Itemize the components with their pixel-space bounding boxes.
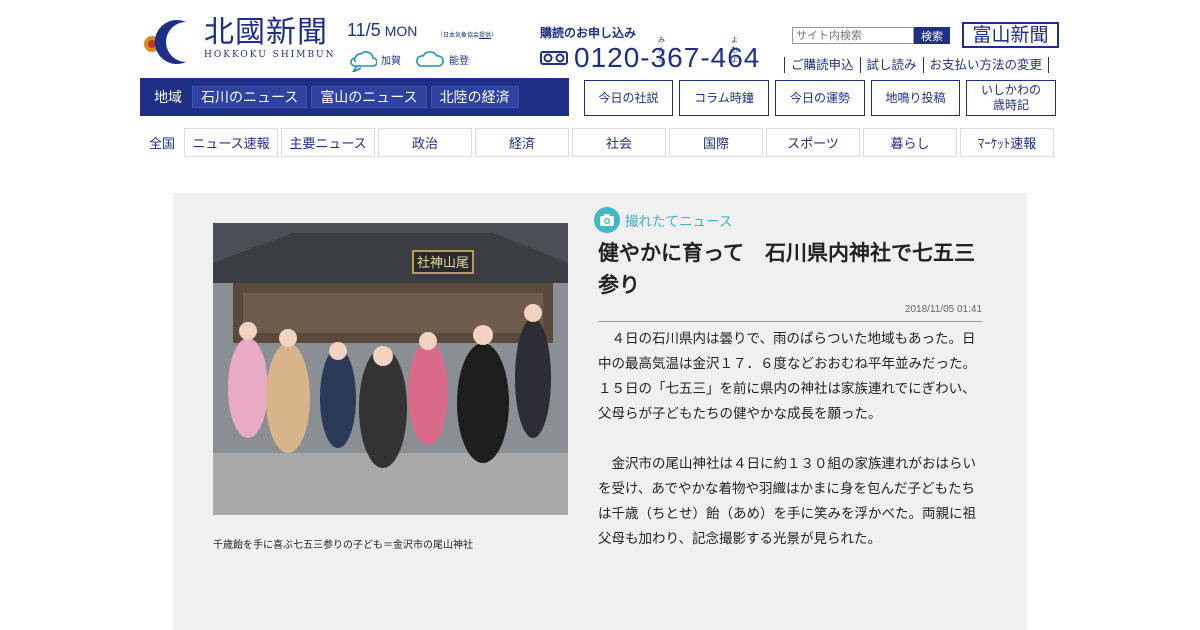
box-editorial[interactable]: 今日の社説 (584, 80, 673, 116)
logo-jp: 北國新聞 (204, 15, 328, 50)
cat-market[interactable]: ﾏｰｹｯﾄ速報 (960, 128, 1054, 157)
link-payment-change[interactable]: お支払い方法の変更 (922, 57, 1050, 73)
region-hokuriku-economy[interactable]: 北陸の経済 (430, 86, 519, 108)
search-button[interactable]: 検索 (914, 27, 950, 44)
cloud-sun-icon (350, 51, 377, 72)
page: 北國新聞 HOKKOKU SHIMBUN 11/5 MON （日本気象協会提供） … (0, 0, 1200, 630)
region-nav: 地域 石川のニュース 富山のニュース 北陸の経済 (140, 78, 569, 116)
cat-international[interactable]: 国際 (669, 128, 763, 157)
top-links: ご購読申込 試し読み お支払い方法の変更 (784, 57, 1050, 73)
photo-caption: 千歳飴を手に喜ぶ七五三参りの子ども＝金沢市の尾山神社 (213, 540, 473, 551)
shrine-photo-image: 社神山尾 (213, 223, 568, 515)
article-photo[interactable]: 社神山尾 (213, 223, 568, 515)
article-paragraph: ４日の石川県内は曇りで、雨のぱらついた地域もあった。日中の最高気温は金沢１７．６… (598, 331, 976, 422)
camera-icon (594, 207, 620, 233)
jma-link[interactable]: 提供 (479, 32, 491, 39)
feature-boxes: 今日の社説 コラム時鐘 今日の運勢 地鳴り投稿 いしかわの 歳時記 (584, 80, 1062, 116)
logo-en: HOKKOKU SHIMBUN (204, 50, 336, 60)
cloud-icon (416, 51, 444, 67)
site-search: 検索 (792, 27, 950, 44)
cat-society[interactable]: 社会 (572, 128, 666, 157)
cat-major[interactable]: 主要ニュース (281, 128, 375, 157)
cat-breaking[interactable]: ニュース速報 (184, 128, 278, 157)
box-saijiki[interactable]: いしかわの 歳時記 (966, 80, 1056, 116)
box-column[interactable]: コラム時鐘 (679, 80, 769, 116)
tag-label: 撮れたてニュース (625, 214, 733, 230)
phone-number: 0120-367-464 (574, 42, 761, 73)
hokkoku-logo[interactable]: 北國新聞 HOKKOKU SHIMBUN (140, 16, 336, 66)
box-fortune[interactable]: 今日の運勢 (775, 80, 865, 116)
logo-crescent-icon (144, 20, 186, 64)
weather-area-noto: 能登 (449, 55, 469, 67)
link-subscribe[interactable]: ご購読申込 (784, 57, 860, 73)
link-trial[interactable]: 試し読み (859, 57, 923, 73)
search-input[interactable] (792, 27, 914, 44)
article: 社神山尾 千歳飴を手に喜ぶ七五三参りの子ども＝金沢市の尾山神社 撮れたてニュース… (173, 193, 1027, 630)
region-label: 地域 (154, 90, 182, 106)
article-paragraph: 金沢市の尾山神社は４日に約１３０組の家族連れがおはらいを受け、あでやかな着物や羽… (598, 456, 976, 547)
category-label: 全国 (148, 137, 175, 152)
subscription-block: 購読のお申し込み みんな よむよ 0120-367-464 (540, 24, 759, 73)
headline-divider (598, 321, 982, 322)
category-nav: 全国 ニュース速報 主要ニュース 政治 経済 社会 国際 スポーツ 暮らし ﾏｰ… (140, 128, 1057, 157)
article-timestamp: 2018/11/05 01:41 (904, 304, 982, 315)
weather-area-kaga: 加賀 (381, 55, 401, 67)
article-category-tag[interactable]: 撮れたてニュース (594, 207, 732, 233)
date-block: 11/5 MON （日本気象協会提供） (347, 20, 497, 41)
region-ishikawa[interactable]: 石川のニュース (192, 86, 308, 108)
cat-lifestyle[interactable]: 暮らし (863, 128, 957, 157)
jma-credit: （日本気象協会提供） (437, 32, 498, 39)
article-headline: 健やかに育って 石川県内神社で七五三参り (598, 241, 975, 297)
weather-forecast: 加賀 能登 (347, 46, 483, 72)
freedial-icon (540, 51, 568, 65)
region-toyama[interactable]: 富山のニュース (311, 86, 427, 108)
cat-sports[interactable]: スポーツ (766, 128, 860, 157)
cat-economy[interactable]: 経済 (475, 128, 569, 157)
toyama-shimbun-link[interactable]: 富山新聞 (962, 22, 1059, 48)
subscribe-title: 購読のお申し込み (540, 26, 637, 40)
shrine-plaque: 社神山尾 (417, 255, 469, 271)
weekday: MON (384, 23, 418, 39)
cat-politics[interactable]: 政治 (378, 128, 472, 157)
phone-link[interactable]: 0120-367-464 (540, 42, 760, 74)
date: 11/5 (347, 20, 381, 40)
box-reader-posts[interactable]: 地鳴り投稿 (871, 80, 960, 116)
article-body: ４日の石川県内は曇りで、雨のぱらついた地域もあった。日中の最高気温は金沢１７．６… (598, 327, 982, 552)
